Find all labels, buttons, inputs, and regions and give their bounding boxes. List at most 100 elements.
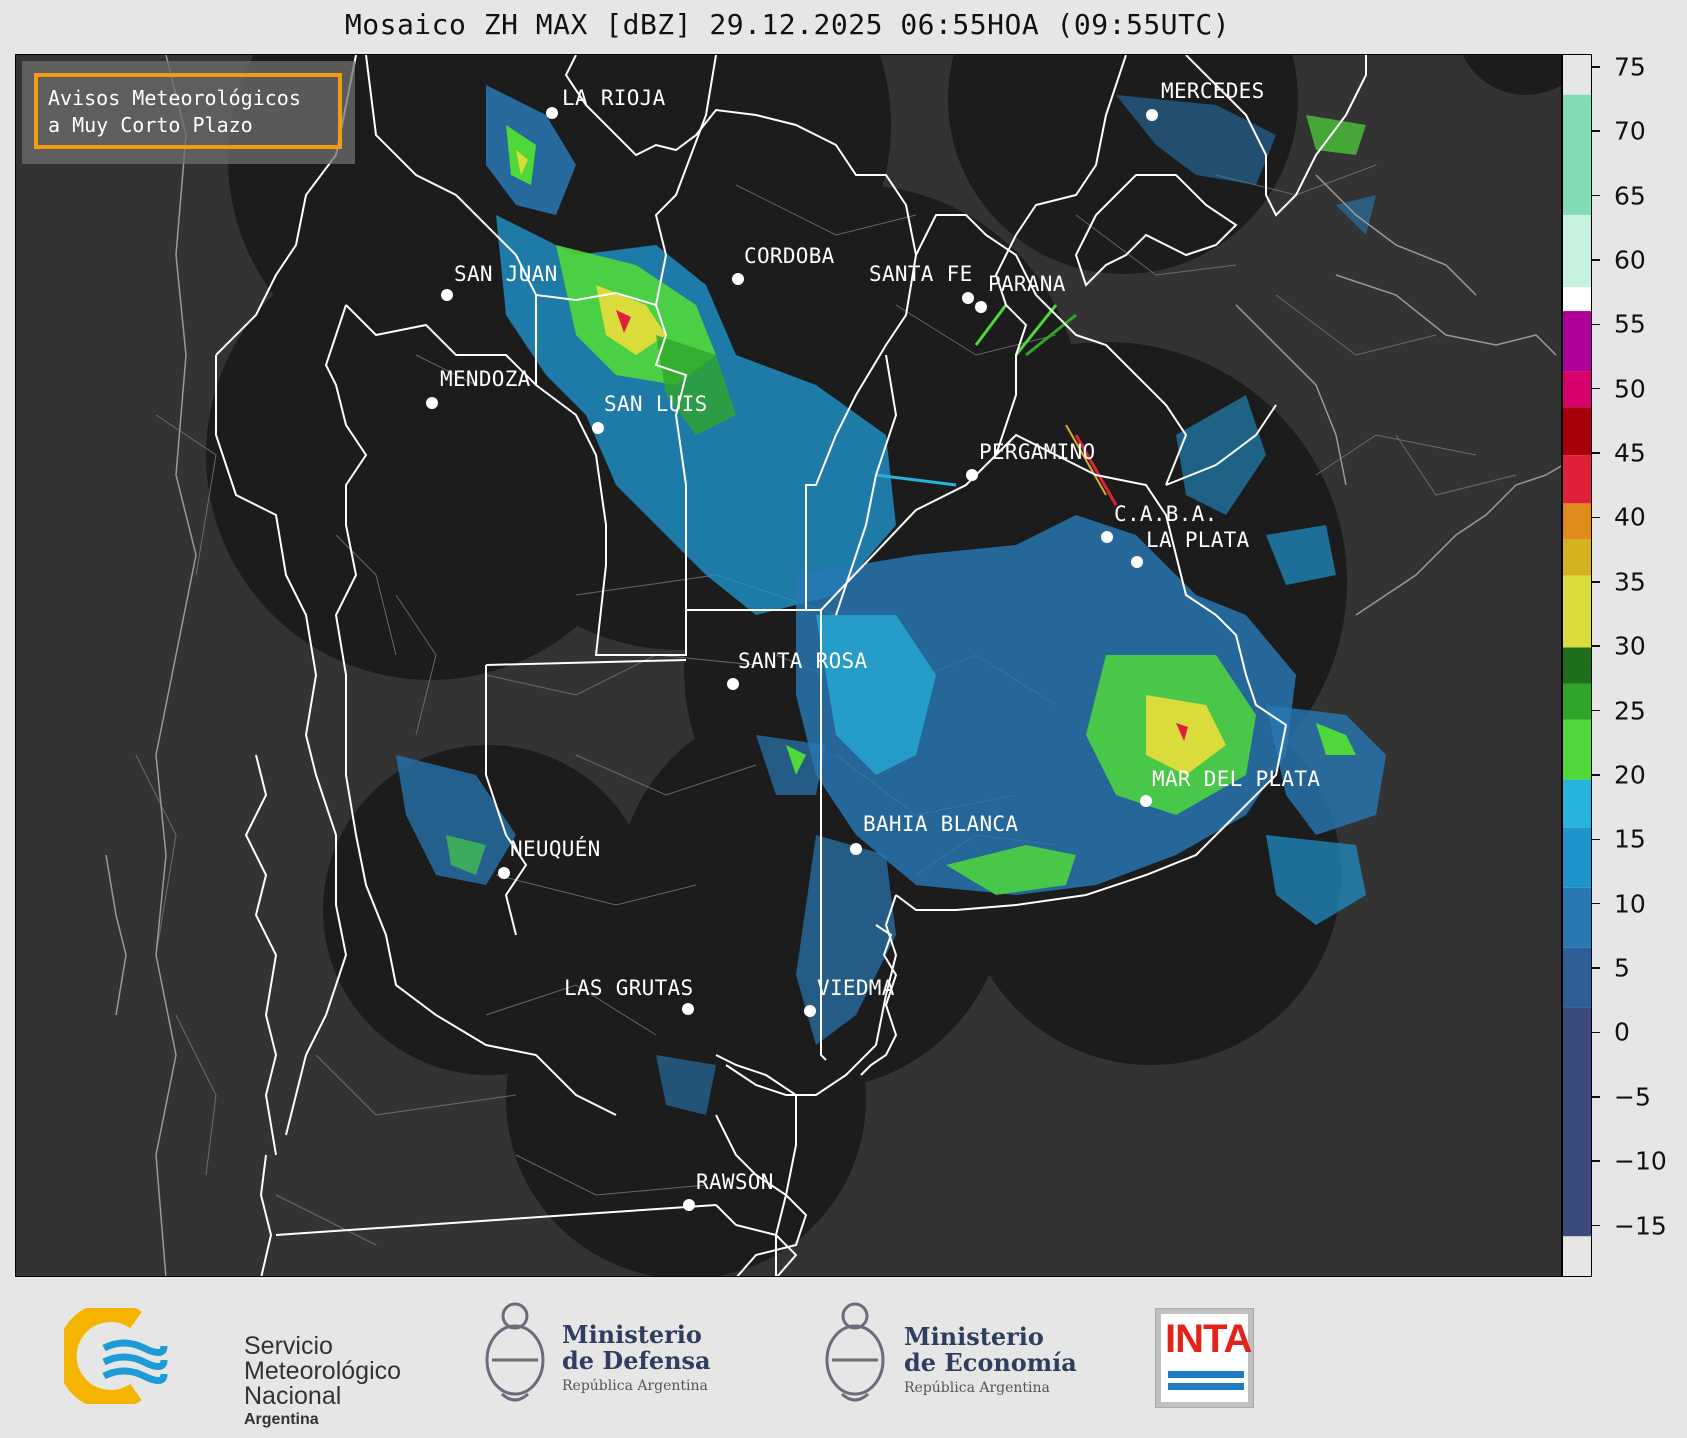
city-dot-rawson [683, 1199, 695, 1211]
city-label-caba: C.A.B.A. [1114, 502, 1218, 526]
footer-logos: Servicio Meteorológico Nacional Argentin… [0, 1280, 1687, 1438]
city-dot-caba [1101, 531, 1113, 543]
smn-line-4: Argentina [244, 1411, 319, 1428]
colorbar-tick-mark [1592, 1160, 1600, 1162]
colorbar-tick-label: 70 [1614, 116, 1646, 146]
city-dot-cordoba [732, 273, 744, 285]
colorbar-tick-mark [1592, 323, 1600, 326]
colorbar-tick-mark [1592, 516, 1600, 519]
colorbar-tick-mark [1592, 774, 1600, 776]
city-label-parana: PARANA [988, 272, 1066, 296]
dbz-colorbar [1562, 54, 1592, 1277]
colorbar-tick-label: 55 [1614, 309, 1646, 339]
colorbar-tick-label: 0 [1614, 1017, 1630, 1047]
colorbar-band [1563, 214, 1591, 288]
colorbar-tick-mark [1592, 709, 1600, 712]
colorbar-tick-mark [1592, 838, 1600, 841]
colorbar-tick-mark [1592, 259, 1600, 261]
coat-of-arms-icon [485, 1302, 545, 1402]
colorbar-band [1563, 887, 1591, 948]
colorbar-tick-mark [1592, 902, 1600, 905]
city-dot-las-grutas [682, 1003, 694, 1015]
map-canvas: LA RIOJA CORDOBA SAN JUAN SANTA FE PARAN… [105, 55, 1561, 1276]
city-label-mendoza: MENDOZA [440, 367, 531, 391]
smn-emblem-icon [64, 1308, 168, 1404]
colorbar-tick-label: 40 [1614, 502, 1646, 532]
city-label-pergamino: PERGAMINO [979, 440, 1096, 464]
city-label-mercedes: MERCEDES [1161, 79, 1265, 103]
colorbar-band [1563, 719, 1591, 780]
colorbar-tick-label: −15 [1614, 1211, 1667, 1240]
city-label-san-juan: SAN JUAN [454, 262, 558, 286]
colorbar-tick-label: 60 [1614, 245, 1646, 275]
city-dot-pergamino [966, 469, 978, 481]
city-dot-mar-del-plata [1140, 795, 1152, 807]
ministerio-economia-logo: Ministerio de Economía República Argenti… [820, 1294, 1100, 1419]
city-dot-parana [975, 301, 987, 313]
map-title: Mosaico ZH MAX [dBZ] 29.12.2025 06:55HOA… [344, 8, 1231, 41]
coat-of-arms-icon [825, 1302, 885, 1402]
warning-line-2: a Muy Corto Plazo [48, 113, 253, 137]
city-label-rawson: RAWSON [696, 1170, 774, 1194]
inta-logo: INTA [1155, 1308, 1254, 1408]
smn-line-2: Meteorológico [244, 1357, 402, 1385]
city-dot-la-rioja [546, 107, 558, 119]
colorbar-tick-label: 30 [1614, 631, 1646, 661]
colorbar-band [1563, 575, 1591, 648]
defensa-line-2: de Defensa [562, 1346, 711, 1375]
economia-line-3: República Argentina [904, 1380, 1050, 1396]
city-label-bahia-blanca: BAHIA BLANCA [863, 812, 1018, 836]
colorbar-band [1563, 371, 1591, 408]
colorbar-band [1563, 407, 1591, 456]
colorbar-tick-mark [1592, 1031, 1600, 1034]
colorbar-tick-label: 15 [1614, 824, 1646, 854]
defensa-line-3: República Argentina [562, 1378, 708, 1394]
city-dot-mendoza [426, 397, 438, 409]
radar-map[interactable]: LA RIOJA CORDOBA SAN JUAN SANTA FE PARAN… [15, 54, 1562, 1277]
colorbar-tick-mark [1592, 1224, 1600, 1227]
colorbar-tick-label: −5 [1614, 1082, 1651, 1112]
inta-label: INTA [1165, 1317, 1252, 1361]
city-label-santa-fe: SANTA FE [869, 262, 973, 286]
economia-line-2: de Economía [904, 1348, 1077, 1377]
warning-label[interactable]: Avisos Meteorológicos a Muy Corto Plazo [34, 73, 342, 149]
colorbar-band [1563, 827, 1591, 888]
colorbar-band [1563, 779, 1591, 828]
colorbar-tick-label: 75 [1614, 52, 1646, 82]
colorbar-band [1563, 947, 1591, 1008]
city-dot-la-plata [1131, 556, 1143, 568]
city-dot-mercedes [1146, 109, 1158, 121]
colorbar-tick-label: 10 [1614, 889, 1646, 919]
colorbar-band [1563, 311, 1591, 372]
colorbar-tick-mark [1592, 581, 1600, 583]
colorbar-tick-label: 35 [1614, 567, 1646, 597]
colorbar-tick-mark [1592, 1096, 1600, 1098]
city-label-las-grutas: LAS GRUTAS [564, 976, 693, 1000]
colorbar-band [1563, 647, 1591, 684]
city-dot-san-juan [441, 289, 453, 301]
warning-line-1: Avisos Meteorológicos [48, 86, 301, 110]
smn-line-3: Nacional [244, 1382, 342, 1410]
colorbar-band [1563, 1007, 1591, 1237]
colorbar-tick-mark [1592, 130, 1600, 132]
colorbar-tick-label: 25 [1614, 696, 1646, 726]
city-dot-bahia-blanca [850, 843, 862, 855]
colorbar-tick-mark [1592, 387, 1600, 390]
city-label-neuquen: NEUQUÉN [510, 836, 601, 861]
colorbar-band [1563, 287, 1591, 312]
colorbar-tick-mark [1592, 645, 1600, 647]
economia-line-1: Ministerio [904, 1322, 1044, 1351]
colorbar-tick-label: −10 [1614, 1146, 1667, 1176]
colorbar-tick-mark [1592, 452, 1600, 454]
city-label-la-plata: LA PLATA [1146, 528, 1250, 552]
colorbar-band [1563, 683, 1591, 720]
colorbar-band [1563, 503, 1591, 540]
colorbar-tick-mark [1592, 967, 1600, 969]
colorbar-tick-label: 65 [1614, 181, 1646, 211]
city-dot-santa-fe [962, 292, 974, 304]
city-label-san-luis: SAN LUIS [604, 392, 708, 416]
colorbar-band [1563, 455, 1591, 504]
ministerio-defensa-logo: Ministerio de Defensa República Argentin… [480, 1294, 740, 1419]
colorbar-band [1563, 539, 1591, 576]
city-dot-san-luis [592, 422, 604, 434]
